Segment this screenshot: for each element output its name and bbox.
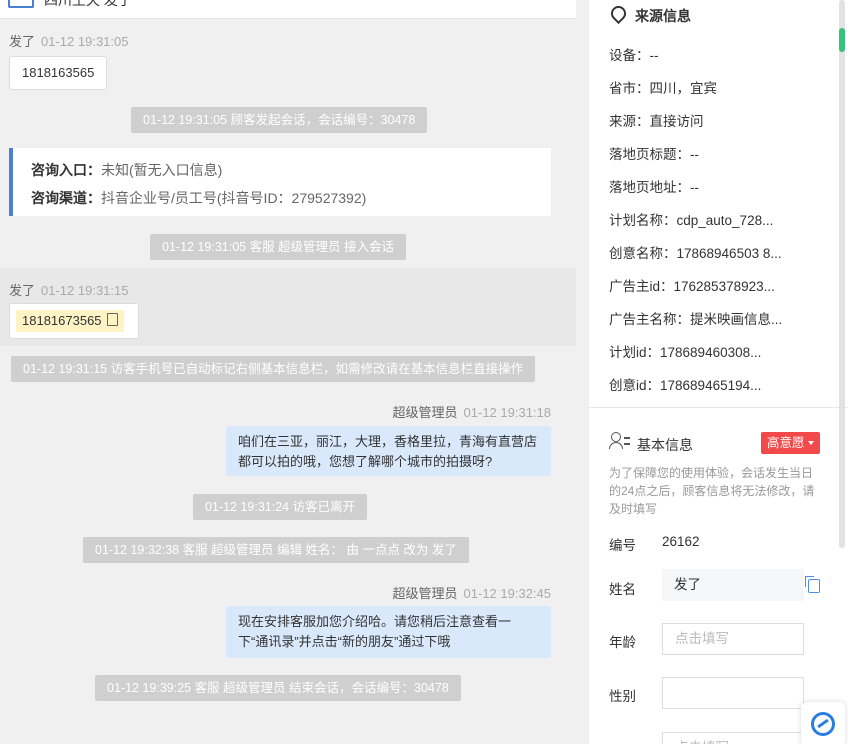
kv-value: cdp_auto_728... [676, 213, 774, 228]
agent-message-meta: 超级管理员 01-12 19:32:45 [393, 583, 551, 602]
gender-label: 性别 [609, 689, 636, 704]
kv-label: 设备： [609, 48, 650, 63]
entry-row: 咨询入口：未知(暂无入口信息) [31, 160, 222, 180]
user-info-icon [609, 432, 631, 450]
assistant-icon [811, 712, 835, 736]
kv-label: 广告主名称： [609, 312, 690, 327]
kv-label: 落地页标题： [609, 147, 690, 162]
copy-icon[interactable] [805, 576, 820, 593]
source-item-plan-name: 计划名称：cdp_auto_728... [609, 209, 773, 229]
intent-badge-dropdown[interactable]: 高意愿 [761, 432, 820, 454]
agent-message-bubble: 咱们在三亚，丽江，大理，香格里拉，青海有直营店都可以拍的哦，您想了解哪个城市的拍… [226, 426, 551, 476]
chat-header: 四川王天 发了 [0, 0, 589, 19]
agent-message-meta: 超级管理员 01-12 19:31:18 [393, 402, 551, 421]
message-time: 01-12 19:32:45 [463, 586, 551, 601]
age-label: 年龄 [609, 635, 636, 650]
copy-icon[interactable] [106, 313, 118, 326]
agent-message-bubble: 现在安排客服加您介绍哈。请您稍后注意查看一下“通讯录”并点击“新的朋友”通过下哦 [226, 606, 551, 658]
source-item-landing-title: 落地页标题：-- [609, 143, 699, 163]
entry-info-card: 咨询入口：未知(暂无入口信息) 咨询渠道：抖音企业号/员工号(抖音号ID：279… [9, 148, 551, 216]
kv-value: 四川，宜宾 [649, 81, 718, 96]
system-message: 01-12 19:31:05 顾客发起会话，会话编号：30478 [131, 107, 428, 133]
id-value: 26162 [662, 534, 700, 549]
sidebar-scrollbar[interactable] [839, 0, 845, 548]
entry-label: 咨询入口： [31, 162, 101, 178]
assistant-floating-button[interactable] [801, 702, 845, 744]
kv-label: 计划名称： [609, 213, 677, 228]
kv-value: -- [690, 147, 699, 162]
kv-label: 创意id： [609, 378, 661, 393]
kv-value: 176285378923... [673, 279, 775, 294]
kv-label: 落地页地址： [609, 180, 690, 195]
message-time: 01-12 19:31:18 [463, 405, 551, 420]
chat-panel: 四川王天 发了 发了 01-12 19:31:05 1818163565 01-1… [0, 0, 589, 744]
source-item-advertiser-name: 广告主名称：提米映画信息... [609, 308, 782, 328]
basic-info-title: 基本信息 [637, 437, 693, 453]
kv-label: 广告主id： [609, 279, 674, 294]
kv-value: -- [649, 48, 659, 63]
caret-down-icon [807, 441, 814, 445]
kv-value: -- [690, 180, 699, 195]
phone-number-highlight[interactable]: 18181673565 [16, 310, 124, 332]
agent-name: 超级管理员 [392, 586, 458, 601]
kv-label: 创意名称： [609, 246, 677, 261]
entry-value: 未知(暂无入口信息) [101, 162, 223, 178]
channel-value: 抖音企业号/员工号(抖音号ID：279527392) [101, 190, 367, 206]
kv-label: 省市： [609, 81, 650, 96]
channel-row: 咨询渠道：抖音企业号/员工号(抖音号ID：279527392) [31, 188, 366, 208]
intent-badge-label: 高意愿 [767, 436, 805, 450]
source-item-creative-name: 创意名称：17868946503 8... [609, 242, 782, 262]
edit-notice: 为了保障您的使用体验，会话发生当日的24点之后，顾客信息将无法修改，请及时填写 [609, 466, 815, 516]
kv-value: 提米映画信息... [690, 312, 783, 327]
chat-header-icon [8, 0, 34, 8]
chat-scroll-gutter [576, 0, 589, 744]
visitor-phone-bubble: 18181673565 [9, 303, 139, 339]
system-message: 01-12 19:31:05 客服 超级管理员 接入会话 [150, 234, 407, 260]
id-label: 编号 [609, 538, 636, 553]
age-input[interactable]: 点击填写 [662, 623, 804, 655]
system-message: 01-12 19:31:24 访客已离开 [193, 494, 368, 520]
name-label: 姓名 [609, 582, 636, 597]
source-item-creative-id: 创意id：178689465194... [609, 374, 761, 394]
source-item-advertiser-id: 广告主id：176285378923... [609, 275, 775, 295]
source-item-plan-id: 计划id：178689460308... [609, 341, 761, 361]
kv-value: 直接访问 [649, 114, 704, 129]
kv-value: 178689465194... [660, 378, 762, 393]
section-divider [589, 407, 848, 408]
system-message: 01-12 19:39:25 客服 超级管理员 结束会话，会话编号：30478 [95, 675, 461, 701]
kv-label: 来源： [609, 114, 650, 129]
system-message: 01-12 19:31:15 访客手机号已自动标记右侧基本信息栏，如需修改请在基… [11, 356, 536, 382]
source-info-title: 来源信息 [635, 8, 691, 24]
name-field[interactable]: 发了 [662, 569, 804, 601]
next-field-input[interactable]: 点击填写 [662, 732, 804, 744]
source-item-device: 设备：-- [609, 44, 659, 64]
chat-title: 四川王天 发了 [44, 0, 132, 8]
message-time: 01-12 19:31:15 [41, 283, 129, 298]
agent-name: 超级管理员 [392, 405, 458, 420]
visitor-message-meta: 发了 01-12 19:31:05 [9, 31, 128, 50]
kv-value: 178689460308... [660, 345, 762, 360]
info-sidebar: 来源信息 设备：-- 省市：四川，宜宾 来源：直接访问 落地页标题：-- 落地页… [589, 0, 848, 744]
gender-select[interactable] [662, 677, 804, 709]
location-pin-icon [607, 2, 630, 25]
phone-number: 18181673565 [22, 313, 102, 328]
source-item-landing-url: 落地页地址：-- [609, 176, 699, 196]
channel-label: 咨询渠道： [31, 190, 101, 206]
visitor-name: 发了 [9, 283, 36, 298]
scrollbar-thumb[interactable] [839, 28, 845, 52]
kv-label: 计划id： [609, 345, 661, 360]
kv-value: 17868946503 8... [676, 246, 782, 261]
visitor-message-bubble: 1818163565 [9, 56, 108, 90]
source-item-origin: 来源：直接访问 [609, 110, 704, 130]
visitor-message-meta: 发了 01-12 19:31:15 [9, 280, 128, 299]
system-message: 01-12 19:32:38 客服 超级管理员 编辑 姓名： 由 一点点 改为 … [83, 537, 469, 563]
source-item-province: 省市：四川，宜宾 [609, 77, 717, 97]
message-time: 01-12 19:31:05 [41, 34, 129, 49]
visitor-name: 发了 [9, 34, 36, 49]
